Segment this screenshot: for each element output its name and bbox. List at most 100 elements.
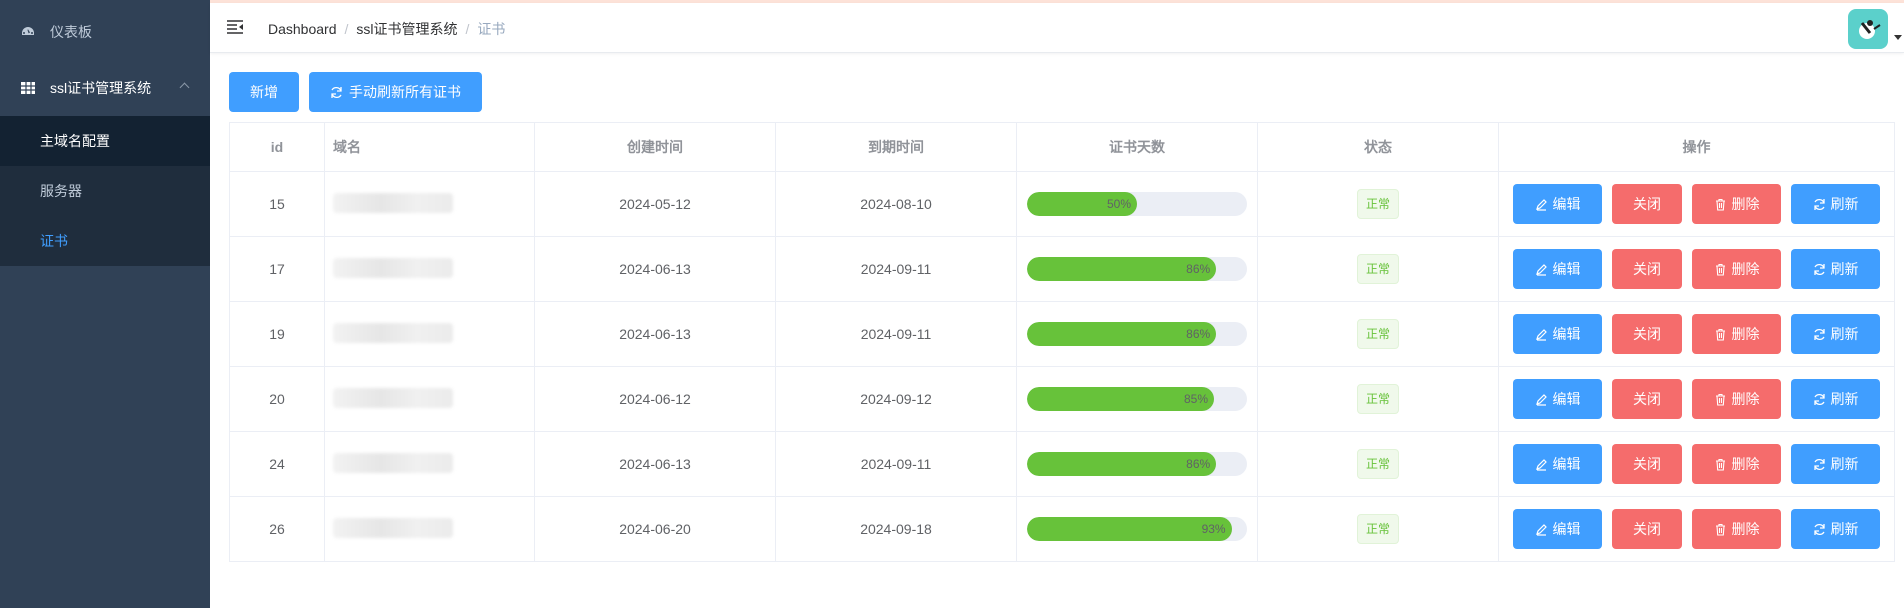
- chevron-up-icon: [179, 82, 190, 93]
- avatar[interactable]: [1848, 9, 1888, 49]
- delete-button[interactable]: 删除: [1692, 444, 1781, 484]
- progress-text: 86%: [1186, 262, 1211, 276]
- close-button[interactable]: 关闭: [1612, 184, 1682, 224]
- cell-status: 正常: [1257, 366, 1499, 432]
- add-button-label: 新增: [250, 84, 278, 100]
- cell-expires: 2024-09-18: [775, 496, 1017, 562]
- close-button[interactable]: 关闭: [1612, 249, 1682, 289]
- edit-button[interactable]: 编辑: [1513, 184, 1602, 224]
- delete-button[interactable]: 删除: [1692, 379, 1781, 419]
- refresh-button[interactable]: 刷新: [1791, 509, 1880, 549]
- cell-domain: [324, 496, 535, 562]
- close-label: 关闭: [1633, 326, 1661, 342]
- delete-button[interactable]: 删除: [1692, 314, 1781, 354]
- edit-button[interactable]: 编辑: [1513, 444, 1602, 484]
- edit-icon: [1535, 198, 1548, 211]
- progress-text: 85%: [1183, 392, 1208, 406]
- cell-actions: 编辑 关闭 删除 刷新: [1498, 496, 1895, 562]
- delete-button[interactable]: 删除: [1692, 509, 1781, 549]
- cell-status: 正常: [1257, 496, 1499, 562]
- sidebar-item-servers[interactable]: 服务器: [0, 166, 210, 216]
- cell-status: 正常: [1257, 431, 1499, 497]
- hamburger-icon[interactable]: [226, 19, 244, 35]
- progress-text: 50%: [1106, 197, 1131, 211]
- cell-created: 2024-06-20: [534, 496, 776, 562]
- delete-label: 删除: [1731, 456, 1760, 472]
- edit-label: 编辑: [1552, 391, 1581, 407]
- cell-actions: 编辑 关闭 删除 刷新: [1498, 171, 1895, 237]
- cell-actions: 编辑 关闭 删除 刷新: [1498, 366, 1895, 432]
- cell-status: 正常: [1257, 301, 1499, 367]
- status-badge: 正常: [1356, 449, 1399, 479]
- navbar: Dashboard / ssl证书管理系统 / 证书: [210, 3, 1904, 53]
- sidebar-submenu: 主域名配置 服务器 证书: [0, 116, 210, 266]
- breadcrumb-ssl-system[interactable]: ssl证书管理系统: [356, 19, 457, 39]
- row-actions: 编辑 关闭 删除 刷新: [1499, 379, 1894, 419]
- status-badge: 正常: [1356, 254, 1399, 284]
- table-row: 19 2024-06-13 2024-09-11 86% 正常 编辑 关闭 删除: [229, 301, 1895, 367]
- close-button[interactable]: 关闭: [1612, 314, 1682, 354]
- progress-fill: 85%: [1027, 387, 1214, 411]
- breadcrumb-dashboard[interactable]: Dashboard: [268, 21, 337, 37]
- trash-icon: [1714, 523, 1727, 536]
- status-badge: 正常: [1356, 384, 1399, 414]
- column-header-status: 状态: [1257, 122, 1499, 172]
- column-header-domain: 域名: [324, 122, 535, 172]
- refresh-button[interactable]: 刷新: [1791, 379, 1880, 419]
- edit-button[interactable]: 编辑: [1513, 249, 1602, 289]
- close-button[interactable]: 关闭: [1612, 379, 1682, 419]
- trash-icon: [1714, 328, 1727, 341]
- refresh-all-button[interactable]: 手动刷新所有证书: [309, 72, 482, 112]
- cell-expires: 2024-09-12: [775, 366, 1017, 432]
- cell-created: 2024-06-13: [534, 431, 776, 497]
- edit-button[interactable]: 编辑: [1513, 509, 1602, 549]
- table-row: 24 2024-06-13 2024-09-11 86% 正常 编辑 关闭 删除: [229, 431, 1895, 497]
- edit-button[interactable]: 编辑: [1513, 314, 1602, 354]
- refresh-icon: [1813, 198, 1826, 211]
- refresh-all-button-label: 手动刷新所有证书: [349, 84, 461, 100]
- close-button[interactable]: 关闭: [1612, 509, 1682, 549]
- add-button[interactable]: 新增: [229, 72, 299, 112]
- progress-fill: 86%: [1027, 257, 1217, 281]
- edit-button[interactable]: 编辑: [1513, 379, 1602, 419]
- cell-cert-days: 85%: [1016, 366, 1258, 432]
- progress-fill: 93%: [1027, 517, 1232, 541]
- delete-button[interactable]: 删除: [1692, 249, 1781, 289]
- cell-created: 2024-06-13: [534, 301, 776, 367]
- cell-cert-days: 50%: [1016, 171, 1258, 237]
- cell-domain: [324, 236, 535, 302]
- table-header-row: id 域名 创建时间 到期时间 证书天数 状态 操作: [229, 122, 1895, 172]
- delete-button[interactable]: 删除: [1692, 184, 1781, 224]
- sidebar-item-certificates[interactable]: 证书: [0, 216, 210, 266]
- sidebar-item-dashboard[interactable]: 仪表板: [0, 4, 210, 60]
- refresh-button[interactable]: 刷新: [1791, 444, 1880, 484]
- delete-label: 删除: [1731, 521, 1760, 537]
- cell-id: 24: [229, 431, 325, 497]
- refresh-button[interactable]: 刷新: [1791, 249, 1880, 289]
- breadcrumb: Dashboard / ssl证书管理系统 / 证书: [268, 19, 505, 39]
- close-label: 关闭: [1633, 261, 1661, 277]
- table-icon: [20, 80, 36, 96]
- edit-label: 编辑: [1552, 456, 1581, 472]
- delete-label: 删除: [1731, 326, 1760, 342]
- edit-label: 编辑: [1552, 196, 1581, 212]
- edit-label: 编辑: [1552, 261, 1581, 277]
- sidebar-item-domain-config[interactable]: 主域名配置: [0, 116, 210, 166]
- progress-text: 86%: [1186, 457, 1211, 471]
- refresh-icon: [1813, 328, 1826, 341]
- cell-cert-days: 93%: [1016, 496, 1258, 562]
- chevron-down-icon[interactable]: [1894, 35, 1902, 40]
- sidebar-item-ssl-system[interactable]: ssl证书管理系统: [0, 60, 210, 116]
- cell-expires: 2024-09-11: [775, 301, 1017, 367]
- close-button[interactable]: 关闭: [1612, 444, 1682, 484]
- edit-label: 编辑: [1552, 521, 1581, 537]
- dashboard-icon: [20, 24, 36, 40]
- blurred-domain: [333, 452, 453, 473]
- table-row: 20 2024-06-12 2024-09-12 85% 正常 编辑 关闭 删除: [229, 366, 1895, 432]
- cell-expires: 2024-09-11: [775, 431, 1017, 497]
- refresh-label: 刷新: [1830, 326, 1859, 342]
- refresh-button[interactable]: 刷新: [1791, 314, 1880, 354]
- trash-icon: [1714, 263, 1727, 276]
- cert-days-progress: 93%: [1027, 517, 1247, 541]
- refresh-button[interactable]: 刷新: [1791, 184, 1880, 224]
